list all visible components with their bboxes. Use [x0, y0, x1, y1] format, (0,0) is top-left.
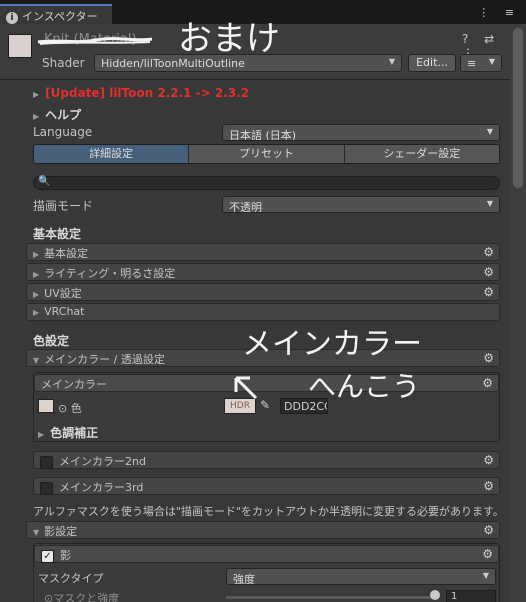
section-label: メインカラー / 透過設定 [44, 353, 165, 366]
section-label: 影 [60, 549, 71, 562]
mask-type-dropdown[interactable]: 強度 ▼ [226, 568, 496, 585]
shadow-header[interactable]: ✓ 影 ⚙ [34, 545, 499, 563]
tone-correction-foldout[interactable]: ▶ 色調補正 [38, 424, 98, 441]
gear-icon[interactable]: ⚙ [483, 265, 494, 279]
tab-inspector[interactable]: i インスペクター [0, 4, 112, 24]
search-input[interactable]: 🔍 [33, 176, 500, 190]
gear-icon[interactable]: ⚙ [483, 285, 494, 299]
checkbox[interactable] [40, 481, 53, 495]
tab-detail-settings[interactable]: 詳細設定 [34, 145, 190, 163]
checkbox-checked[interactable]: ✓ [41, 549, 54, 563]
tab-title: インスペクター [22, 10, 98, 23]
section-shadow[interactable]: ▼ 影設定 ⚙ [26, 521, 500, 539]
gear-icon[interactable]: ⚙ [482, 376, 493, 390]
triangle-right-icon: ▶ [33, 250, 40, 259]
circle-icon: ⊙ [58, 402, 68, 415]
help-foldout[interactable]: ▶ ヘルプ [33, 106, 81, 123]
shader-value: Hidden/lilToonMultiOutline [101, 57, 245, 70]
triangle-right-icon: ▶ [33, 270, 40, 279]
handwriting-omake-text: おまけ [178, 19, 280, 58]
render-mode-dropdown[interactable]: 不透明 ▼ [222, 196, 500, 213]
section-label: 基本設定 [44, 247, 89, 260]
shader-dropdown[interactable]: Hidden/lilToonMultiOutline ▼ [94, 54, 402, 72]
section-lighting[interactable]: ▶ ライティング・明るさ設定 ⚙ [26, 263, 500, 281]
render-mode-label: 描画モード [33, 199, 94, 213]
main-color-swatch[interactable] [38, 399, 54, 413]
tab-menu-icons[interactable]: ⋮ ≡ [478, 6, 520, 19]
handwriting-annotation: メインカラー へんこう [234, 327, 422, 403]
mask-type-value: 強度 [233, 573, 255, 585]
scrollbar-thumb[interactable] [513, 28, 523, 188]
search-icon: 🔍 [38, 176, 51, 187]
section-uv[interactable]: ▶ UV設定 ⚙ [26, 283, 500, 301]
checkbox[interactable] [40, 455, 53, 469]
strength-input[interactable]: 1 [446, 590, 496, 602]
language-label: Language [33, 125, 93, 139]
update-foldout[interactable]: ▶ [Update] lilToon 2.2.1 -> 2.3.2 [33, 86, 249, 100]
alpha-mask-note: アルファマスクを使う場合は"描画モード"をカットアウトか半透明に変更する必要があ… [33, 505, 504, 518]
handwriting-omake: おまけ [178, 19, 280, 58]
triangle-right-icon: ▶ [33, 112, 40, 121]
gear-icon[interactable]: ⚙ [483, 523, 494, 537]
scribble-strike [37, 37, 153, 45]
gear-icon[interactable]: ⚙ [483, 453, 494, 467]
strength-slider-track[interactable] [226, 596, 436, 599]
render-mode-value: 不透明 [229, 201, 262, 213]
tab-shader-settings[interactable]: シェーダー設定 [344, 145, 499, 163]
triangle-down-icon: ▼ [33, 356, 40, 365]
basic-settings-title: 基本設定 [33, 227, 82, 241]
section-label: ライティング・明るさ設定 [44, 267, 176, 280]
section-label: メインカラー2nd [59, 455, 146, 468]
gear-icon[interactable]: ⚙ [483, 245, 494, 259]
mask-strength-label: ⊙マスクと強度 [44, 592, 120, 602]
strength-slider-handle[interactable] [430, 590, 440, 600]
triangle-down-icon: ▼ [33, 528, 40, 537]
edit-button[interactable]: Edit... [408, 54, 456, 72]
handwriting-line-2: へんこう [308, 370, 420, 403]
triangle-right-icon: ▶ [33, 308, 40, 317]
tone-correction-label: 色調補正 [50, 426, 99, 440]
chevron-down-icon: ▼ [486, 199, 493, 208]
help-text: ヘルプ [45, 108, 82, 122]
triangle-right-icon: ▶ [33, 290, 40, 299]
handwriting-line-1: メインカラー [242, 327, 422, 362]
language-value: 日本語 (日本) [229, 129, 297, 141]
tab-preset[interactable]: プリセット [189, 145, 345, 163]
color-field-label: ⊙ 色 [58, 400, 82, 416]
gear-icon[interactable]: ⚙ [482, 547, 493, 561]
material-thumbnail [8, 34, 32, 58]
section-label: UV設定 [44, 287, 82, 300]
mask-type-label: マスクタイプ [38, 572, 104, 585]
list-icon: ≡ [467, 57, 477, 70]
section-basic-settings[interactable]: ▶ 基本設定 ⚙ [26, 243, 500, 261]
chevron-down-icon: ▼ [488, 57, 495, 66]
shader-label: Shader [42, 56, 85, 70]
triangle-right-icon: ▶ [38, 430, 45, 439]
arrow-annotation [234, 376, 258, 400]
section-label: メインカラー [41, 378, 107, 391]
mode-tabs: 詳細設定 プリセット シェーダー設定 [33, 144, 500, 164]
gear-icon[interactable]: ⚙ [483, 479, 494, 493]
chevron-down-icon: ▼ [388, 57, 395, 66]
section-label: 影設定 [44, 525, 78, 538]
color-label-text: 色 [70, 402, 82, 415]
section-main-color-3rd[interactable]: メインカラー3rd ⚙ [33, 477, 500, 495]
section-main-color-2nd[interactable]: メインカラー2nd ⚙ [33, 451, 500, 469]
section-label: メインカラー3rd [59, 481, 144, 494]
gear-icon[interactable]: ⚙ [483, 351, 494, 365]
chevron-down-icon: ▼ [486, 127, 493, 136]
update-text: [Update] lilToon 2.2.1 -> 2.3.2 [45, 86, 250, 100]
chevron-down-icon: ▼ [482, 571, 489, 580]
section-label: VRChat [44, 305, 85, 318]
list-menu-button[interactable]: ≡ ▼ [460, 54, 502, 72]
color-settings-title: 色設定 [33, 334, 70, 348]
triangle-right-icon: ▶ [33, 90, 40, 99]
language-dropdown[interactable]: 日本語 (日本) ▼ [222, 124, 500, 141]
info-icon: i [6, 12, 18, 24]
